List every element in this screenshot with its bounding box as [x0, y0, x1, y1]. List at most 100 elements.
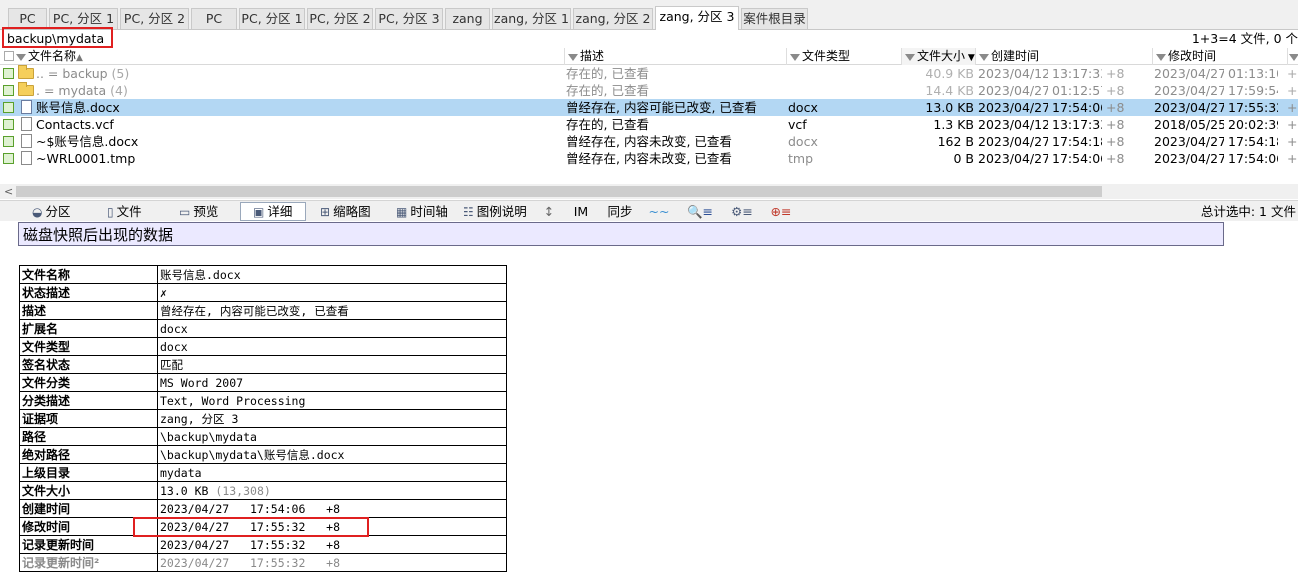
- prop-row: 签名状态 匹配: [19, 355, 507, 374]
- target-icon[interactable]: ⊕≡: [763, 202, 799, 221]
- tab-case-root[interactable]: 案件根目录: [741, 8, 808, 29]
- wave-icon[interactable]: ~~: [646, 202, 672, 221]
- row-checkbox[interactable]: [3, 68, 14, 79]
- file-icon: [21, 117, 32, 131]
- tab-pc[interactable]: PC: [8, 8, 47, 29]
- file-row[interactable]: ~$账号信息.docx 曾经存在, 内容未改变, 已查看 docx 162 B …: [0, 133, 1298, 150]
- timeline-button[interactable]: ▦ 时间轴: [391, 202, 455, 221]
- file-row[interactable]: Contacts.vcf 存在的, 已查看 vcf 1.3 KB 2023/04…: [0, 116, 1298, 133]
- folder-icon: [18, 82, 34, 96]
- file-icon: ▯: [107, 205, 114, 219]
- sync-button[interactable]: 同步: [602, 202, 638, 221]
- column-header-name[interactable]: 文件名称▲: [0, 48, 565, 65]
- prop-value: 账号信息.docx: [157, 265, 507, 284]
- legend-list-icon: ☷: [463, 205, 474, 219]
- prop-key: 文件名称: [19, 265, 158, 284]
- prop-row: 扩展名 docx: [19, 319, 507, 338]
- tab-pc-2-partition-2[interactable]: PC, 分区 2: [307, 8, 373, 29]
- filter-icon[interactable]: [1289, 54, 1298, 61]
- prop-value: docx: [157, 337, 507, 356]
- column-header-desc[interactable]: 描述: [565, 48, 787, 65]
- binoculars-icon[interactable]: 🔍≡: [683, 202, 717, 221]
- modified-time-highlight-box: [133, 517, 369, 537]
- file-list-header: 文件名称▲ 描述 文件类型 文件大小 ▼ 创建时间 修改时间: [0, 48, 1298, 65]
- filter-icon[interactable]: [16, 54, 26, 61]
- prop-key: 分类描述: [19, 391, 158, 410]
- tab-pc-partition-1[interactable]: PC, 分区 1: [49, 8, 118, 29]
- prop-key: 文件大小: [19, 481, 158, 500]
- sort-asc-icon: ▲: [76, 53, 83, 63]
- column-header-created[interactable]: 创建时间: [976, 48, 1153, 65]
- prop-row: 创建时间 2023/04/27 17:54:06 +8: [19, 499, 507, 518]
- calendar-icon: ▦: [396, 205, 408, 219]
- file-count-summary: 1+3=4 文件, 0 个: [1191, 31, 1298, 46]
- prop-row: 记录更新时间² 2023/04/27 17:55:32 +8: [19, 553, 507, 572]
- selection-total-status: 总计选中: 1 文件: [1200, 204, 1296, 219]
- prop-key: 证据项: [19, 409, 158, 428]
- prop-value: 13.0 KB (13,308): [157, 481, 507, 500]
- path-bar: backup\mydata 1+3=4 文件, 0 个: [0, 27, 1298, 48]
- details-button[interactable]: ▣ 详细: [240, 202, 306, 221]
- prop-value: mydata: [157, 463, 507, 482]
- tab-zang[interactable]: zang: [445, 8, 490, 29]
- prop-value: zang, 分区 3: [157, 409, 507, 428]
- file-icon: [21, 151, 32, 165]
- prop-key: 记录更新时间: [19, 535, 158, 554]
- preview-button[interactable]: ▭ 预览: [174, 202, 236, 221]
- file-view-button[interactable]: ▯ 文件: [102, 202, 168, 221]
- prop-key: 文件类型: [19, 337, 158, 356]
- prop-key: 签名状态: [19, 355, 158, 374]
- partition-view-button[interactable]: ◒ 分区: [27, 202, 97, 221]
- tab-pc-2-partition-1[interactable]: PC, 分区 1: [239, 8, 305, 29]
- prop-row: 状态描述 ✗: [19, 283, 507, 302]
- filter-icon[interactable]: [568, 54, 578, 61]
- scroll-left-arrow-icon[interactable]: <: [4, 184, 13, 199]
- prop-row: 证据项 zang, 分区 3: [19, 409, 507, 428]
- prop-value: docx: [157, 319, 507, 338]
- row-checkbox[interactable]: [3, 136, 14, 147]
- prop-key: 记录更新时间²: [19, 553, 158, 572]
- search-settings-icon[interactable]: ⚙≡: [724, 202, 760, 221]
- horizontal-scrollbar[interactable]: <: [0, 184, 1298, 199]
- tab-zang-partition-3[interactable]: zang, 分区 3: [655, 6, 739, 30]
- filter-icon[interactable]: [979, 54, 989, 61]
- prop-row: 路径 \backup\mydata: [19, 427, 507, 446]
- row-checkbox[interactable]: [3, 119, 14, 130]
- sort-desc-icon: ▼: [965, 53, 975, 63]
- prop-key: 扩展名: [19, 319, 158, 338]
- path-highlight-box: [2, 27, 113, 48]
- prop-value: 2023/04/27 17:55:32 +8: [157, 535, 507, 554]
- prop-value: MS Word 2007: [157, 373, 507, 392]
- prop-key: 创建时间: [19, 499, 158, 518]
- tab-pc-2[interactable]: PC: [191, 8, 237, 29]
- row-checkbox[interactable]: [3, 102, 14, 113]
- prop-row: 记录更新时间 2023/04/27 17:55:32 +8: [19, 535, 507, 554]
- column-header-type[interactable]: 文件类型: [787, 48, 902, 65]
- word-document-icon: [21, 100, 32, 114]
- column-header-more[interactable]: [1288, 48, 1298, 65]
- prop-value: \backup\mydata\账号信息.docx: [157, 445, 507, 464]
- filter-icon[interactable]: [1156, 54, 1166, 61]
- thumbnail-button[interactable]: ⊞ 缩略图: [315, 202, 387, 221]
- row-checkbox[interactable]: [3, 85, 14, 96]
- scrollbar-thumb[interactable]: [16, 186, 1102, 197]
- file-row[interactable]: ~WRL0001.tmp 曾经存在, 内容未改变, 已查看 tmp 0 B 20…: [0, 150, 1298, 167]
- file-row-selected[interactable]: 账号信息.docx 曾经存在, 内容可能已改变, 已查看 docx 13.0 K…: [0, 99, 1298, 116]
- filter-icon[interactable]: [905, 54, 915, 61]
- column-header-size[interactable]: 文件大小 ▼: [902, 48, 976, 65]
- file-row-current[interactable]: . = mydata (4) 存在的, 已查看 14.4 KB 2023/04/…: [0, 82, 1298, 99]
- select-all-checkbox[interactable]: [4, 51, 14, 61]
- row-checkbox[interactable]: [3, 153, 14, 164]
- column-header-modified[interactable]: 修改时间: [1153, 48, 1288, 65]
- view-mode-toolbar: ◒ 分区 ▯ 文件 ▭ 预览 ▣ 详细 ⊞ 缩略图 ▦ 时间轴 ☷ 图例说明 ↕ IM 同步 …: [0, 200, 1298, 221]
- legend-button[interactable]: ☷ 图例说明: [460, 202, 540, 221]
- prop-value: 匹配: [157, 355, 507, 374]
- filter-icon[interactable]: [790, 54, 800, 61]
- tab-pc-2-partition-3[interactable]: PC, 分区 3: [375, 8, 443, 29]
- splitter-icon[interactable]: ↕: [541, 202, 557, 221]
- tab-zang-partition-1[interactable]: zang, 分区 1: [492, 8, 571, 29]
- im-button[interactable]: IM: [566, 202, 596, 221]
- tab-zang-partition-2[interactable]: zang, 分区 2: [573, 8, 653, 29]
- tab-pc-partition-2[interactable]: PC, 分区 2: [120, 8, 189, 29]
- file-row-parent[interactable]: .. = backup (5) 存在的, 已查看 40.9 KB 2023/04…: [0, 65, 1298, 82]
